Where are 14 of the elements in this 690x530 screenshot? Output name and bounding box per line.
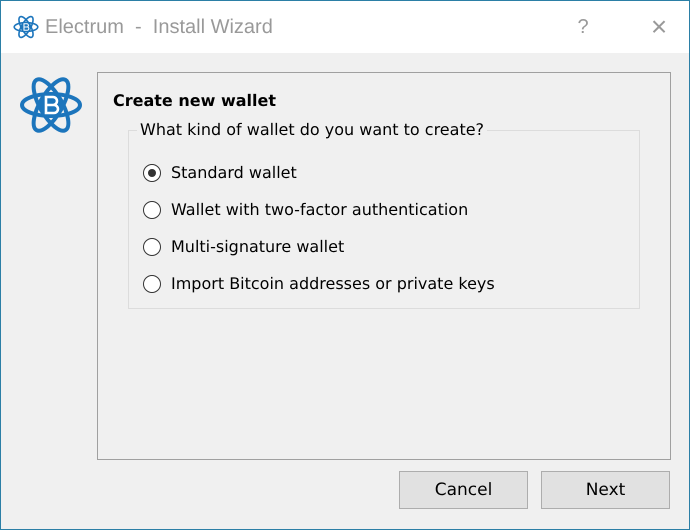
group-title: What kind of wallet do you want to create? bbox=[137, 120, 488, 139]
option-label[interactable]: Multi-signature wallet bbox=[171, 237, 344, 256]
radio-button[interactable] bbox=[143, 200, 161, 218]
window-title: Electrum - Install Wizard bbox=[45, 16, 274, 38]
app-logo-icon bbox=[13, 14, 39, 40]
page-heading: Create new wallet bbox=[113, 91, 277, 110]
option-label[interactable]: Import Bitcoin addresses or private keys bbox=[171, 274, 495, 293]
option-label[interactable]: Wallet with two-factor authentication bbox=[171, 200, 468, 219]
option-label[interactable]: Standard wallet bbox=[171, 163, 297, 182]
wizard-button[interactable]: Next bbox=[541, 471, 670, 509]
radio-button[interactable] bbox=[143, 274, 161, 292]
radio-button[interactable] bbox=[143, 164, 161, 182]
wizard-button[interactable]: Cancel bbox=[399, 471, 528, 509]
radio-button[interactable] bbox=[143, 238, 161, 256]
